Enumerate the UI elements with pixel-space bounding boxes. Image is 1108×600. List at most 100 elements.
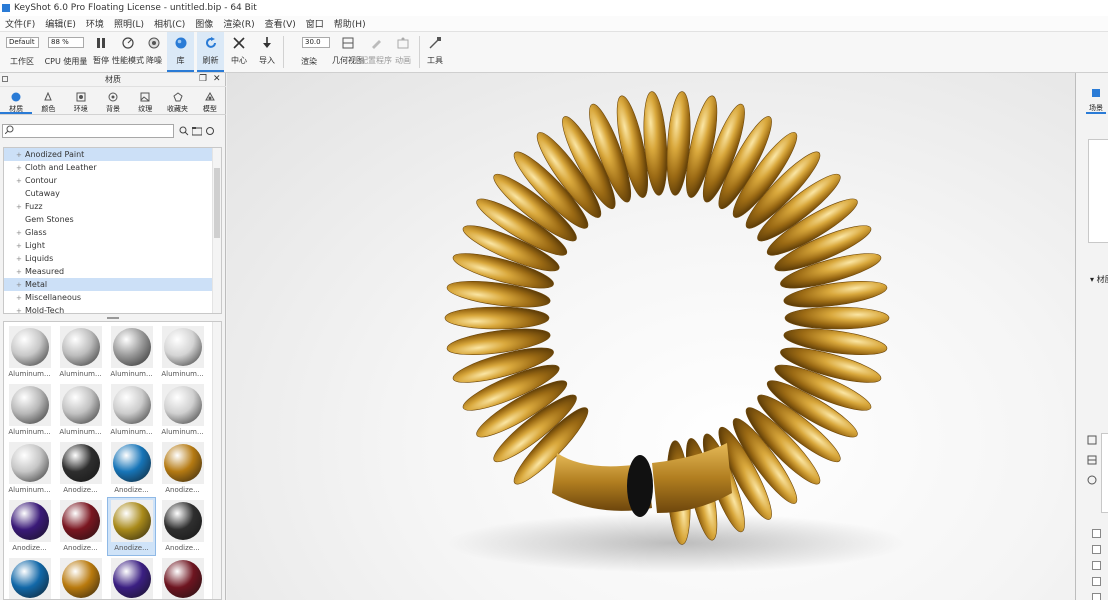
material-thumbnail[interactable]: Aluminum... [57, 324, 104, 381]
label-icon[interactable] [1087, 475, 1097, 485]
tools-button[interactable]: 工具 [424, 32, 446, 72]
animation-button[interactable]: 动画 [392, 32, 414, 72]
option-checkbox[interactable] [1092, 561, 1101, 570]
search-options-icon[interactable] [178, 126, 189, 137]
option-checkbox[interactable] [1092, 593, 1101, 600]
material-thumbnail[interactable]: Aluminum... [108, 324, 155, 381]
material-section-header[interactable]: ▾ 材质 [1090, 274, 1108, 285]
expand-icon[interactable]: + [16, 242, 24, 250]
center-button[interactable]: 中心 [228, 32, 250, 72]
render-button[interactable]: 渲染 [294, 32, 324, 72]
expand-icon[interactable]: + [16, 229, 24, 237]
properties-icon[interactable] [1087, 435, 1097, 445]
tree-item[interactable]: Gem Stones [4, 213, 212, 226]
tree-item[interactable]: + Metal [4, 278, 212, 291]
tree-item[interactable]: + Fuzz [4, 200, 212, 213]
expand-icon[interactable]: + [16, 164, 24, 172]
menu-window[interactable]: 窗口 [301, 17, 329, 30]
tab-favorites[interactable]: 收藏夹 [161, 88, 193, 114]
tab-textures[interactable]: 纹理 [129, 88, 161, 114]
material-thumbnail[interactable]: Anodize... [6, 498, 53, 555]
material-thumbnail[interactable]: Anodize... [57, 498, 104, 555]
menu-camera[interactable]: 相机(C) [149, 17, 190, 30]
menu-render[interactable]: 渲染(R) [218, 17, 259, 30]
tree-item[interactable]: + Contour [4, 174, 212, 187]
expand-icon[interactable]: + [16, 281, 24, 289]
tree-item[interactable]: + Anodized Paint [4, 148, 212, 161]
tab-colors[interactable]: 颜色 [32, 88, 64, 114]
menu-file[interactable]: 文件(F) [0, 17, 40, 30]
menu-environment[interactable]: 环境 [81, 17, 109, 30]
close-panel-icon[interactable]: ✕ [213, 74, 221, 84]
material-thumbnail[interactable]: Anodize... [6, 556, 53, 599]
material-thumbnail[interactable]: Anodize... [57, 556, 104, 599]
configurator-button[interactable]: 配置程序 [360, 32, 392, 72]
denoise-button[interactable]: 降噪 [143, 32, 165, 72]
tree-item[interactable]: + Mold-Tech [4, 304, 212, 314]
material-thumbnail[interactable]: Anodize... [57, 440, 104, 497]
option-checkbox[interactable] [1092, 545, 1101, 554]
tree-item[interactable]: + Miscellaneous [4, 291, 212, 304]
tree-item[interactable]: + Glass [4, 226, 212, 239]
material-thumbnail[interactable]: Anodize... [108, 556, 155, 599]
tab-backgrounds[interactable]: 背景 [97, 88, 129, 114]
tree-scroll-thumb[interactable] [214, 168, 220, 238]
tree-item[interactable]: + Liquids [4, 252, 212, 265]
material-thumbnail[interactable]: Anodize... [159, 440, 206, 497]
tree-item[interactable]: + Cloth and Leather [4, 161, 212, 174]
library-button[interactable]: 库 [167, 32, 194, 72]
material-thumbnail[interactable]: Anodize... [159, 498, 206, 555]
tab-environments[interactable]: 环境 [65, 88, 97, 114]
material-thumbnail[interactable]: Anodize... [107, 497, 156, 556]
tab-scene[interactable]: 场景 [1086, 88, 1106, 114]
menu-help[interactable]: 帮助(H) [329, 17, 371, 30]
performance-mode-button[interactable]: 性能模式 [112, 32, 144, 72]
tree-item[interactable]: + Measured [4, 265, 212, 278]
tree-item[interactable]: Cutaway [4, 187, 212, 200]
cpu-usage-button[interactable]: CPU 使用量 [44, 32, 88, 72]
geometry-view-button[interactable]: 几何视图 [332, 32, 364, 72]
material-thumbnail[interactable]: Aluminum... [159, 324, 206, 381]
refresh-library-icon[interactable] [204, 126, 215, 137]
material-thumbnail[interactable]: Aluminum... [6, 324, 53, 381]
tree-item[interactable]: + Light [4, 239, 212, 252]
library-search-box[interactable] [2, 124, 174, 138]
expand-icon[interactable]: + [16, 294, 24, 302]
menu-view[interactable]: 查看(V) [260, 17, 301, 30]
import-button[interactable]: 导入 [256, 32, 278, 72]
material-preview-field[interactable] [1101, 433, 1108, 513]
menu-edit[interactable]: 编辑(E) [40, 17, 81, 30]
material-thumbnail[interactable]: Aluminum... [57, 382, 104, 439]
material-thumbnail[interactable]: Aluminum... [108, 382, 155, 439]
menu-image[interactable]: 图像 [190, 17, 218, 30]
material-thumbnail[interactable]: Aluminum... [6, 440, 53, 497]
menu-lighting[interactable]: 照明(L) [109, 17, 149, 30]
material-thumbnail[interactable]: Aluminum... [159, 382, 206, 439]
workspace-button[interactable]: 工作区 [4, 32, 40, 72]
expand-icon[interactable]: + [16, 203, 24, 211]
float-panel-icon[interactable]: ❐ [199, 74, 207, 84]
expand-icon[interactable]: + [16, 151, 24, 159]
search-input[interactable] [14, 126, 164, 136]
material-grid-scrollbar[interactable] [212, 322, 221, 599]
expand-icon[interactable]: + [16, 307, 24, 314]
pause-button[interactable]: 暂停 [90, 32, 112, 72]
folder-icon[interactable] [191, 126, 202, 137]
panel-splitter[interactable] [2, 316, 224, 320]
materials-tab-icon [11, 92, 21, 102]
expand-icon[interactable]: + [16, 255, 24, 263]
texture-icon[interactable] [1087, 455, 1097, 465]
option-checkbox[interactable] [1092, 577, 1101, 586]
render-viewport[interactable] [227, 73, 1075, 600]
expand-icon[interactable]: + [16, 268, 24, 276]
tab-materials[interactable]: 材质 [0, 88, 33, 114]
expand-icon[interactable]: + [16, 177, 24, 185]
material-thumbnail[interactable]: Anodize... [159, 556, 206, 599]
refresh-button[interactable]: 刷新 [197, 32, 224, 72]
tree-scrollbar[interactable] [212, 148, 221, 313]
material-thumbnail[interactable]: Anodize... [108, 440, 155, 497]
scene-tree-box[interactable] [1088, 139, 1108, 243]
material-thumbnail[interactable]: Aluminum... [6, 382, 53, 439]
tab-models[interactable]: 模型 [194, 88, 226, 114]
option-checkbox[interactable] [1092, 529, 1101, 538]
